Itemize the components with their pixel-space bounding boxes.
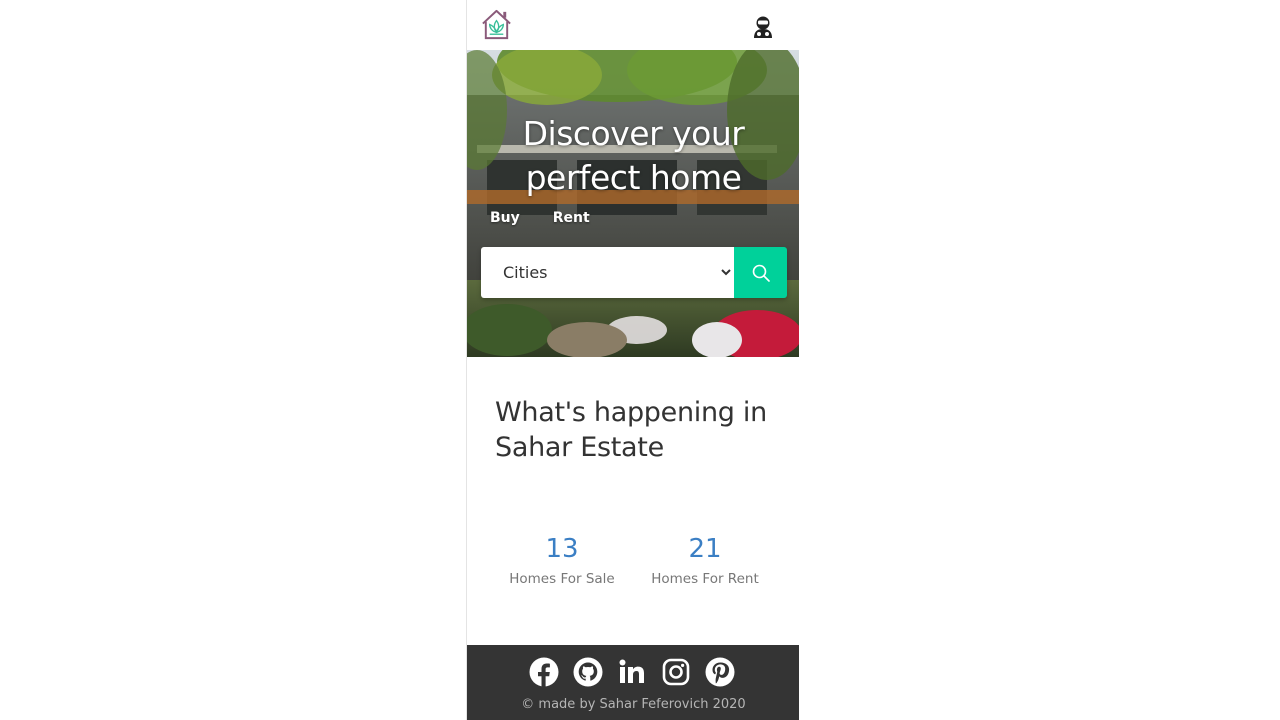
stat-label: Homes For Sale (509, 571, 615, 587)
section-title: What's happening in Sahar Estate (495, 397, 767, 463)
tab-rent[interactable]: Rent (553, 210, 590, 226)
stat-number: 21 (688, 534, 722, 564)
navbar (467, 0, 799, 50)
social-links (529, 657, 735, 687)
github-icon[interactable] (573, 657, 603, 687)
listing-type-tabs: Buy Rent (490, 210, 590, 226)
stat-homes-for-rent: 21 Homes For Rent (630, 533, 780, 587)
pinterest-icon[interactable] (705, 657, 735, 687)
facebook-icon[interactable] (529, 657, 559, 687)
search-bar: Cities (481, 247, 787, 298)
instagram-icon[interactable] (661, 657, 691, 687)
search-button[interactable] (734, 247, 787, 298)
house-lotus-logo[interactable] (479, 7, 514, 42)
mobile-viewport: Discover your perfect home Buy Rent Citi… (466, 0, 799, 720)
stat-label: Homes For Rent (651, 571, 759, 587)
city-select[interactable]: Cities (481, 247, 734, 298)
hero-title-line-2: perfect home (525, 158, 742, 197)
footer: © made by Sahar Feferovich 2020 (467, 645, 799, 720)
hero-banner: Discover your perfect home Buy Rent Citi… (467, 50, 799, 357)
stat-number: 13 (545, 534, 579, 564)
hero-title-line-1: Discover your (522, 114, 745, 153)
copyright-text: © made by Sahar Feferovich 2020 (521, 697, 746, 712)
stat-homes-for-sale: 13 Homes For Sale (487, 533, 637, 587)
user-icon[interactable] (752, 15, 774, 39)
hero-title: Discover your perfect home (467, 112, 799, 200)
tab-buy[interactable]: Buy (490, 210, 520, 226)
search-icon (752, 264, 770, 282)
linkedin-icon[interactable] (617, 657, 647, 687)
hero-background-image (467, 50, 799, 357)
